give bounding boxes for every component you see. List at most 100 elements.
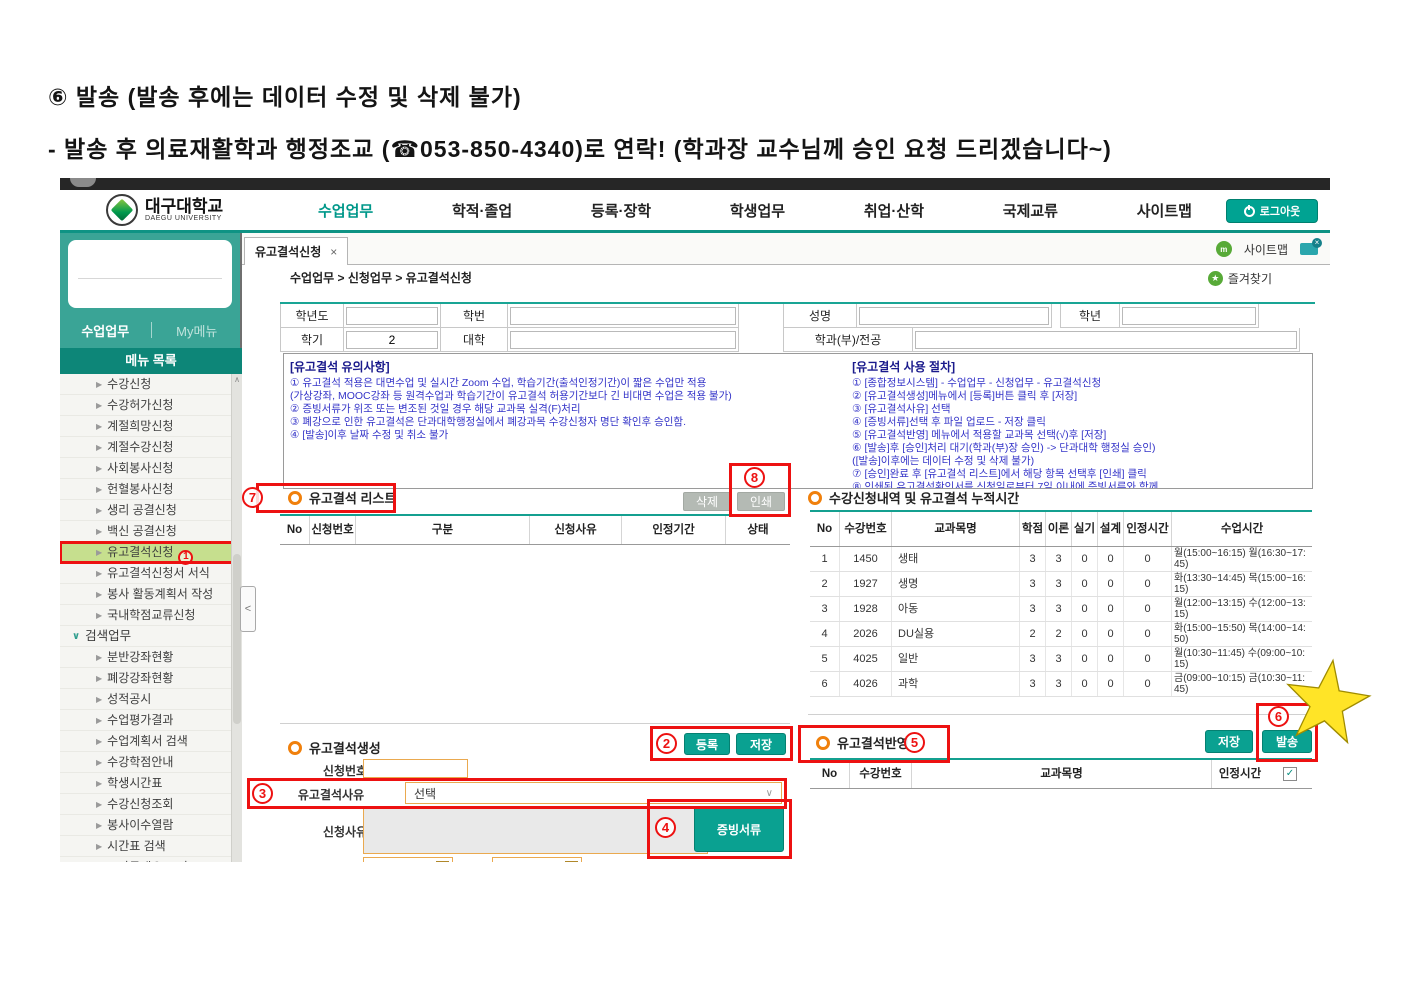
sidebar-menu-item[interactable]: ▶ 수강신청 (60, 374, 242, 395)
sidebar-menu-item[interactable]: ▶ 백신 공결신청 (60, 521, 242, 542)
nav-item[interactable]: 학적·졸업 (444, 200, 520, 221)
save-button[interactable]: 저장 (736, 733, 786, 755)
sidebar-menu-item[interactable]: ▶ 국내학점교류신청 (60, 605, 242, 626)
sidebar-tab-mymenu[interactable]: My메뉴 (152, 321, 243, 340)
sidebar-menu-item[interactable]: ▶ 수업계획서 검색 (60, 731, 242, 752)
notice-precautions-title: [유고결석 유의사항] (290, 360, 390, 374)
student-id-field-cell (507, 304, 739, 328)
sidebar-menu-item[interactable]: ▶ 폐강강좌현황 (60, 668, 242, 689)
sidebar-menu-item[interactable]: ∨ 검색업무 (60, 626, 242, 647)
breadcrumb-row: 수업업무 > 신청업무 > 유고결석신청 ★ 즐겨찾기 (242, 265, 1330, 291)
term-input[interactable] (346, 330, 438, 349)
calendar-icon[interactable] (565, 861, 578, 862)
sidebar-menu-item[interactable]: ▶ 유고결석신청서 서식 (60, 563, 242, 584)
sidebar-menu-item[interactable]: ▶ 수강신청조회 (60, 794, 242, 815)
column-header: 상태 (747, 524, 769, 536)
table-row[interactable]: 6 4026 과학 3 3 0 0 0 금(09:00~10:15) 금(10:… (810, 672, 1312, 697)
apply-save-button[interactable]: 저장 (1205, 730, 1253, 753)
sidebar-collapse-handle[interactable]: < (240, 586, 256, 632)
grade-input[interactable] (1122, 306, 1256, 325)
nav-item[interactable]: 수업업무 (310, 200, 381, 221)
sidebar-menu-item[interactable]: ▶교과목개요(교과) (60, 857, 242, 862)
year-input[interactable] (346, 306, 438, 325)
sidebar-menu-item[interactable]: ▶ 수강학점안내 (60, 752, 242, 773)
close-all-windows-icon[interactable] (1300, 238, 1322, 255)
sidebar-item-label: 수강허가신청 (107, 398, 174, 412)
table-row[interactable]: 2 1927 생명 3 3 0 0 0 화(13:30~14:45) 목(15:… (810, 572, 1312, 597)
cell-credit: 3 (1020, 547, 1046, 571)
cell-practice: 0 (1072, 672, 1098, 696)
cell-no: 1 (810, 547, 840, 571)
tab-absence-application[interactable]: 유고결석신청 × (244, 237, 349, 265)
student-id-input[interactable] (510, 306, 736, 325)
name-field-cell (856, 304, 1052, 328)
sidebar-menu-item[interactable]: ▶ 성적공시 (60, 689, 242, 710)
sidebar-menu-item[interactable]: ▶ 분반강좌현황 (60, 647, 242, 668)
name-input[interactable] (859, 306, 1049, 325)
cell-credit: 3 (1020, 572, 1046, 596)
cell-theory: 3 (1046, 597, 1072, 621)
create-section-title: 유고결석생성 (288, 738, 381, 757)
notice-line: ([발송]이후에는 데이터 수정 및 삭제 불가) (852, 455, 1035, 467)
sidebar-menu-item[interactable]: ▶ 사회봉사신청 (60, 458, 242, 479)
sidebar-menu-item[interactable]: ▶ 시간표 검색 (60, 836, 242, 857)
period-start-input[interactable] (363, 857, 453, 862)
university-logo[interactable]: 대구대학교 DAEGU UNIVERSITY (106, 194, 223, 226)
cell-credit: 3 (1020, 597, 1046, 621)
calendar-icon[interactable] (436, 861, 449, 862)
sidebar-item-label: 백신 공결신청 (107, 524, 177, 538)
sitemap-label[interactable]: 사이트맵 (1244, 241, 1288, 258)
evidence-button[interactable]: 증빙서류 (694, 806, 784, 852)
column-header: 학점 (1020, 512, 1046, 546)
sidebar-item-label: 수강신청조회 (107, 797, 174, 811)
sidebar-menu-item[interactable]: ▶ 봉사이수열람 (60, 815, 242, 836)
select-all-checkbox[interactable]: ✓ (1283, 767, 1297, 781)
sidebar-item-label: 수업계획서 검색 (107, 734, 188, 748)
app-header: 대구대학교 DAEGU UNIVERSITY 수업업무 학적·졸업 등록·장학 … (60, 190, 1330, 233)
chevron-icon: ▶ (96, 737, 103, 746)
print-button[interactable]: 인쇄 (737, 492, 785, 511)
tab-close-icon[interactable]: × (330, 245, 337, 259)
sidebar-menu-item[interactable]: ▶ 수업평가결과 (60, 710, 242, 731)
sidebar-menu-item[interactable]: ▶ 계절수강신청 (60, 437, 242, 458)
college-input[interactable] (510, 330, 736, 349)
table-row[interactable]: 4 2026 DU실용 2 2 0 0 0 화(15:00~15:50) 목(1… (810, 622, 1312, 647)
nav-item[interactable]: 학생업무 (722, 200, 793, 221)
dept-input[interactable] (915, 330, 1297, 349)
reason-type-select[interactable]: 선택 ∨ (405, 782, 782, 804)
apply-no-input[interactable] (363, 759, 468, 778)
sidebar-menu-item[interactable]: ▶ 생리 공결신청 (60, 500, 242, 521)
sidebar-menu-item[interactable]: ▶ 봉사 활동계획서 작성 (60, 584, 242, 605)
column-header: 구분 (356, 516, 530, 544)
table-row[interactable]: 5 4025 일반 3 3 0 0 0 월(10:30~11:45) 수(09:… (810, 647, 1312, 672)
nav-item[interactable]: 취업·산학 (856, 200, 932, 221)
sidebar-menu-item[interactable]: ▶ 계절희망신청 (60, 416, 242, 437)
logout-button[interactable]: 로그아웃 (1226, 199, 1318, 223)
chevron-icon: ▶ (96, 590, 103, 599)
cell-credit: 2 (1020, 622, 1046, 646)
annotation-circle-4: 4 (655, 817, 676, 838)
table-row[interactable]: 1 1450 생태 3 3 0 0 0 월(15:00~16:15) 월(16:… (810, 547, 1312, 572)
sidebar-menu-item[interactable]: ▶ 헌혈봉사신청 (60, 479, 242, 500)
logout-label: 로그아웃 (1259, 206, 1301, 218)
delete-button[interactable]: 삭제 (683, 492, 731, 511)
nav-item[interactable]: 국제교류 (995, 200, 1066, 221)
register-button[interactable]: 등록 (684, 733, 730, 755)
favorite-control[interactable]: ★ 즐겨찾기 (1207, 265, 1272, 291)
sidebar-menu-item[interactable]: ▶ 유고결석신청 1 (60, 541, 242, 565)
sidebar-item-label: 수강학점안내 (107, 755, 174, 769)
chevron-icon: ▶ (96, 695, 103, 704)
sitemap-icon[interactable]: m (1215, 241, 1232, 257)
select-all-header: ✓ (1268, 760, 1312, 788)
nav-item[interactable]: 등록·장학 (583, 200, 659, 221)
sidebar-menu-item[interactable]: ▶ 수강허가신청 (60, 395, 242, 416)
sidebar-item-label: 성적공시 (107, 692, 152, 706)
scroll-up-icon[interactable]: ∧ (232, 374, 242, 386)
table-row[interactable]: 3 1928 아동 3 3 0 0 0 월(12:00~13:15) 수(12:… (810, 597, 1312, 622)
nav-item[interactable]: 사이트맵 (1129, 200, 1200, 221)
sidebar-tab-lecture[interactable]: 수업업무 (60, 321, 151, 340)
period-end-input[interactable] (492, 857, 582, 862)
sidebar-menu-item[interactable]: ▶ 학생시간표 (60, 773, 242, 794)
column-header: 수강번호 (850, 760, 912, 788)
scrollbar-thumb[interactable] (233, 554, 241, 724)
